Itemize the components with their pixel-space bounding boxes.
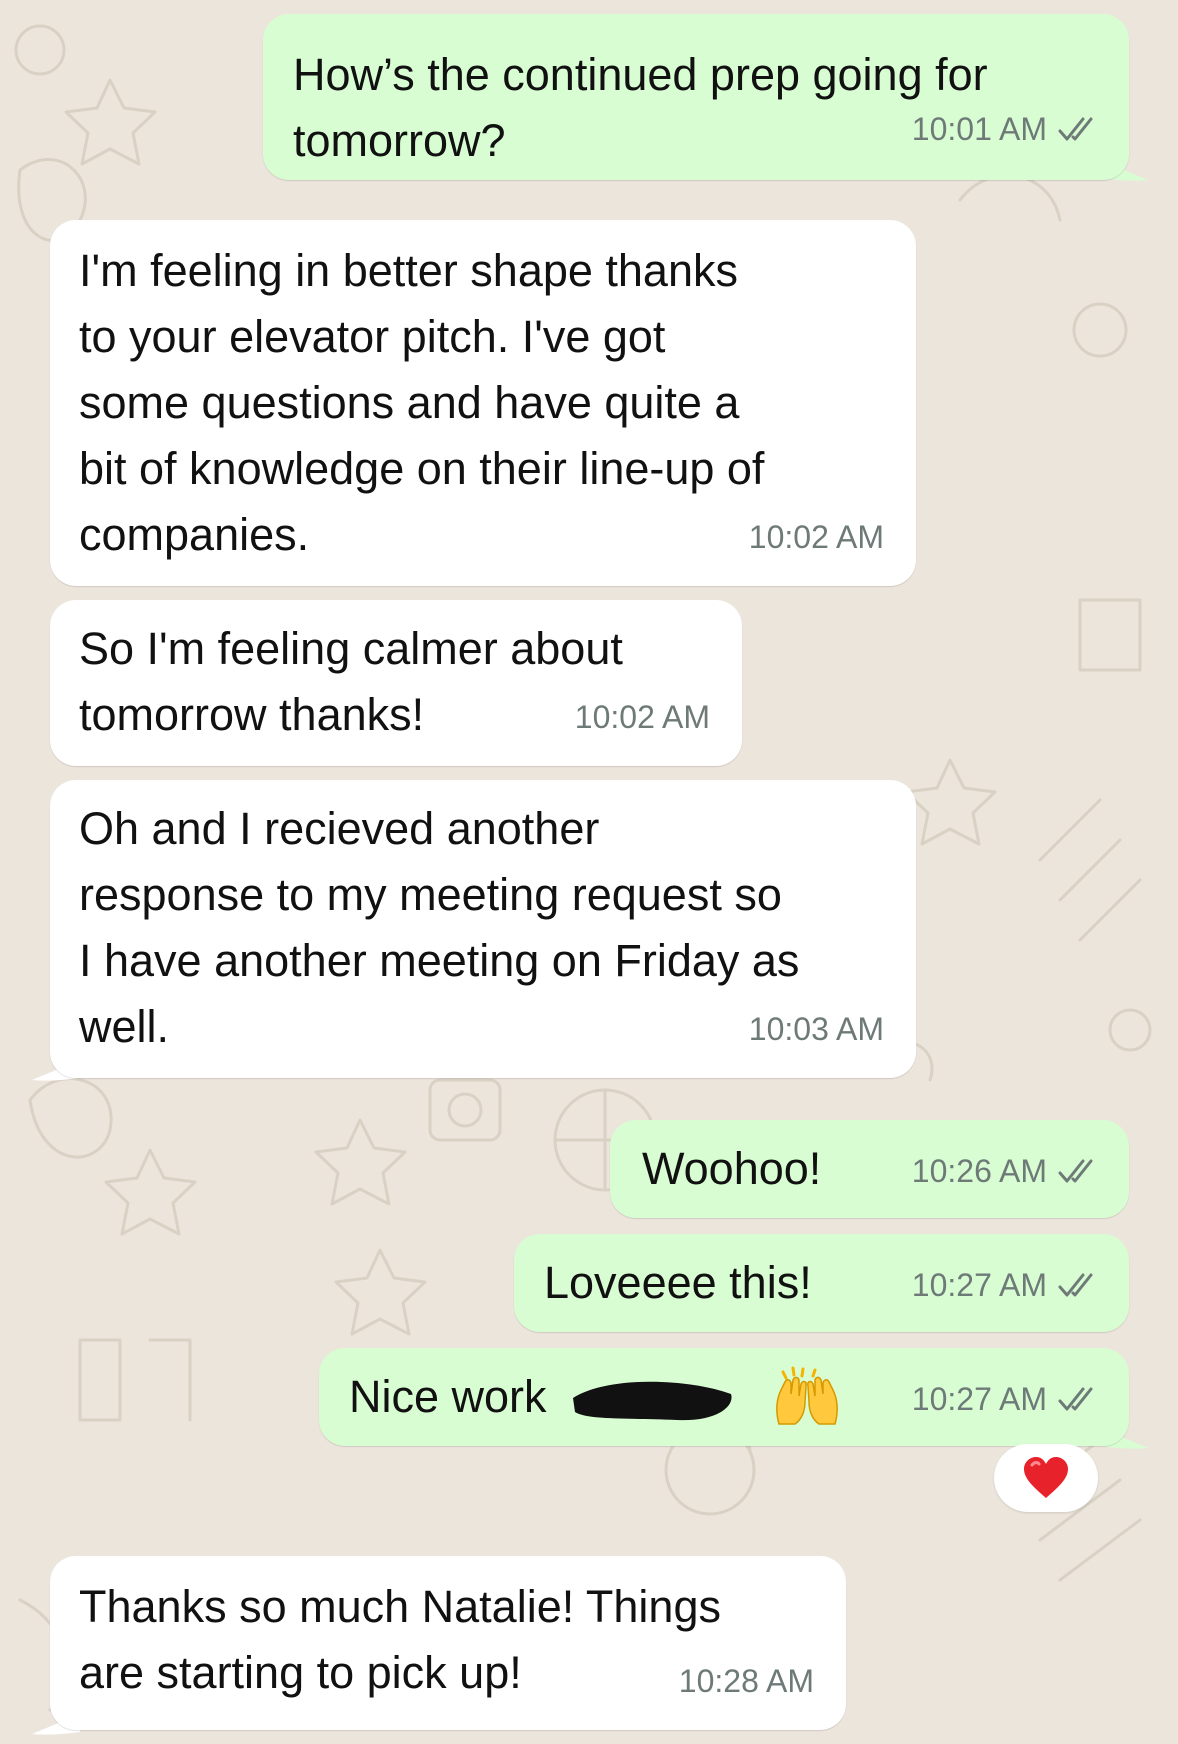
message-text: Woohoo! <box>642 1143 822 1194</box>
message-meta: 10:27 AM <box>912 1366 1103 1432</box>
double-check-icon <box>1058 1387 1093 1411</box>
message-bubble-outgoing[interactable]: Woohoo! 10:26 AM <box>610 1120 1129 1218</box>
message-meta: 10:02 AM <box>575 684 710 750</box>
message-text: How’s the continued prep going for tomor… <box>293 49 988 166</box>
message-meta: 10:02 AM <box>749 504 884 570</box>
message-timestamp: 10:03 AM <box>748 1011 884 1047</box>
message-text: Oh and I recieved another response to my… <box>79 803 800 1052</box>
message-bubble-incoming[interactable]: Thanks so much Natalie! Things are start… <box>50 1556 846 1730</box>
double-check-icon <box>1058 1159 1093 1183</box>
red-heart-icon <box>1024 1457 1068 1498</box>
message-text: Thanks so much Natalie! Things are start… <box>79 1581 721 1698</box>
double-check-icon <box>1058 117 1093 141</box>
message-text: I'm feeling in better shape thanks to yo… <box>79 245 765 560</box>
message-timestamp: 10:26 AM <box>911 1153 1047 1189</box>
message-bubble-outgoing[interactable]: Loveeee this! 10:27 AM <box>514 1234 1129 1332</box>
message-bubble-incoming[interactable]: So I'm feeling calmer about tomorrow tha… <box>50 600 742 766</box>
message-text: So I'm feeling calmer about tomorrow tha… <box>79 623 623 740</box>
message-reaction[interactable] <box>994 1444 1098 1512</box>
message-bubble-incoming[interactable]: I'm feeling in better shape thanks to yo… <box>50 220 916 586</box>
message-bubble-outgoing[interactable]: How’s the continued prep going for tomor… <box>263 14 1129 180</box>
message-meta: 10:03 AM <box>749 996 884 1062</box>
message-text: Nice work <box>349 1371 547 1422</box>
message-text: Loveeee this! <box>544 1257 812 1308</box>
message-timestamp: 10:01 AM <box>911 111 1047 147</box>
message-timestamp: 10:27 AM <box>911 1381 1047 1417</box>
message-timestamp: 10:27 AM <box>911 1267 1047 1303</box>
message-bubble-outgoing[interactable]: Nice work 10:27 AM <box>319 1348 1129 1446</box>
message-timestamp: 10:02 AM <box>574 699 710 735</box>
double-check-icon <box>1058 1273 1093 1297</box>
message-timestamp: 10:28 AM <box>678 1663 814 1699</box>
message-meta: 10:27 AM <box>912 1252 1103 1318</box>
message-meta: 10:01 AM <box>912 96 1103 162</box>
raising-hands-icon <box>776 1366 838 1425</box>
message-meta: 10:26 AM <box>912 1138 1103 1204</box>
message-timestamp: 10:02 AM <box>748 519 884 555</box>
redacted-name <box>573 1381 732 1421</box>
message-meta: 10:28 AM <box>679 1648 814 1714</box>
message-bubble-incoming[interactable]: Oh and I recieved another response to my… <box>50 780 916 1078</box>
